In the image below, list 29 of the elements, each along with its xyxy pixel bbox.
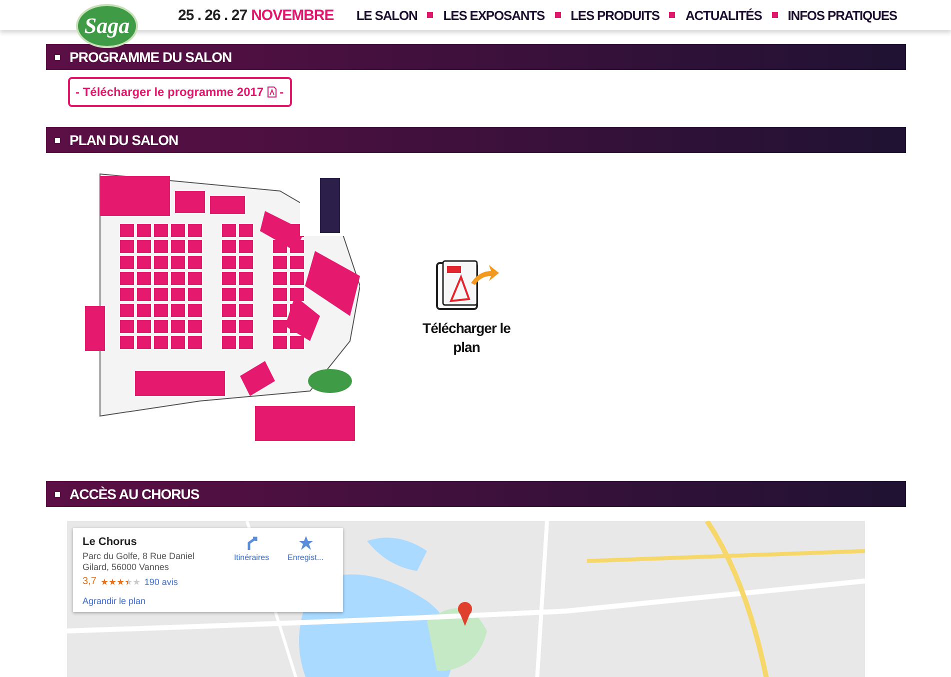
download-button[interactable]: - Télécharger le programme 2017 - [68,77,292,107]
bullet-icon [54,492,60,496]
bullet-icon [54,54,60,60]
bullet-icon [772,12,778,18]
nav-link[interactable]: INFOS PRATIQUES [788,8,897,22]
directions-button[interactable]: Itinéraires [224,536,278,604]
download-plan-link[interactable]: Télécharger le plan [422,259,512,357]
nav-link[interactable]: LES PRODUITS [570,8,660,22]
bullet-icon [54,138,60,142]
place-name: Le Chorus [82,536,138,548]
star-icon [298,536,312,550]
enlarge-map-link[interactable]: Agrandir le plan [82,596,224,606]
nav-link[interactable]: LE SALON [356,8,418,22]
section-header: PROGRAMME DU SALON [46,44,906,70]
nav-link[interactable]: ACTUALITÉS [685,8,762,22]
section-header: ACCÈS AU CHORUS [46,481,906,507]
bullet-icon [669,12,676,18]
nav-link[interactable]: LES EXPOSANTS [443,8,545,22]
logo[interactable]: Saga [76,4,138,48]
bullet-icon [427,12,434,18]
save-button[interactable]: Enregist... [278,536,332,604]
bullet-icon [554,12,561,18]
pdf-file-icon [434,259,498,311]
section-header: PLAN DU SALON [46,127,906,153]
reviews-link[interactable]: 190 avis [144,576,178,586]
place-address: Parc du Golfe, 8 Rue Daniel Gilard, 56000 Vannes [82,551,196,573]
event-dates: 25 . 26 . 27 NOVEMBRE [178,6,334,24]
rating-value: 3,7 [82,576,96,587]
pdf-file-icon [266,86,277,98]
